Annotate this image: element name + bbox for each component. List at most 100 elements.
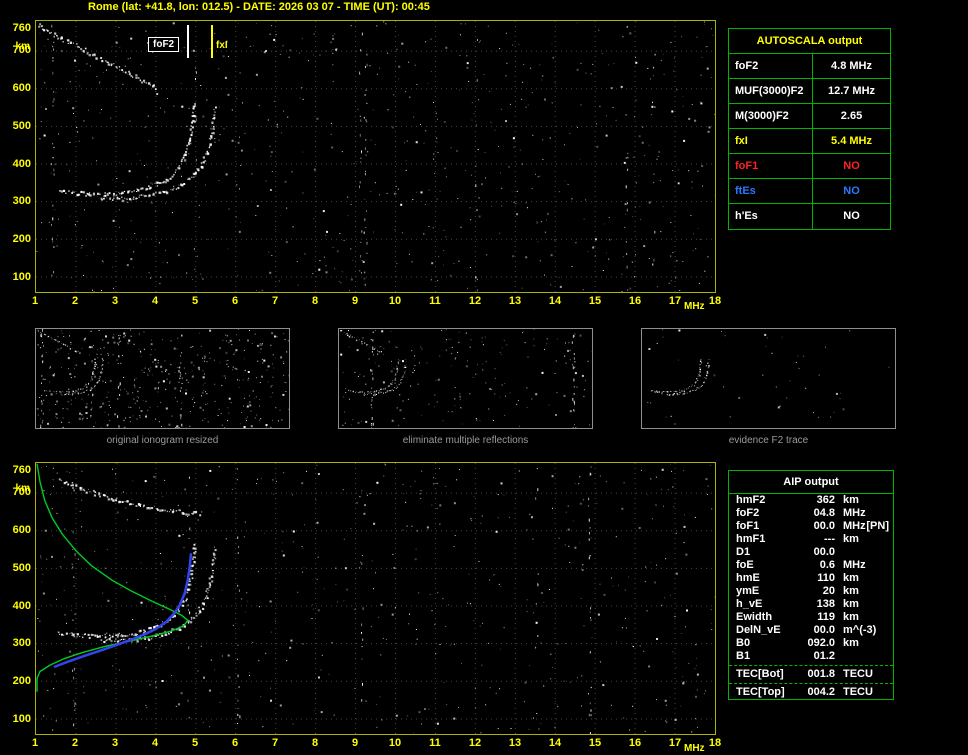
table-row: foF1 NO <box>729 154 890 179</box>
row-unit: km <box>843 585 859 597</box>
row-label: foF1 <box>736 520 760 532</box>
x-axis-unit-top: MHz <box>684 301 705 312</box>
row-unit: km <box>843 494 859 506</box>
panel-caption: eliminate multiple reflections <box>402 435 529 446</box>
fof2-marker-line <box>187 25 189 58</box>
x-tick-label: 1 <box>31 295 39 307</box>
panel-evidence-canvas <box>647 329 890 425</box>
x-tick-label: 5 <box>191 737 199 749</box>
row-value: NO <box>812 204 890 229</box>
row-value: 20 <box>822 585 835 597</box>
x-tick-label: 8 <box>311 295 319 307</box>
table-row: h_vE 138 km <box>729 598 893 611</box>
panel-evidence-f2 <box>641 328 896 429</box>
x-tick-label: 11 <box>429 737 441 749</box>
row-unit: MHz <box>843 559 866 571</box>
x-tick-label: 14 <box>548 295 562 307</box>
x-tick-label: 8 <box>311 737 319 749</box>
x-tick-label: 18 <box>708 737 722 749</box>
x-axis-unit-bottom: MHz <box>684 743 705 754</box>
fxi-marker-label: fxI <box>216 40 228 51</box>
row-value: 138 <box>816 598 835 610</box>
y-tick-label: 700 <box>12 44 31 57</box>
aip-output-table: AIP output hmF2 362 km foF2 04.8 MHz foF1 00.0 M… <box>728 470 894 700</box>
table-row: foF2 04.8 MHz <box>729 507 893 520</box>
x-tick-label: 3 <box>111 295 119 307</box>
y-tick-label: 100 <box>12 270 31 283</box>
row-unit: MHz <box>843 520 866 532</box>
table-row: hmF1 --- km <box>729 533 893 546</box>
y-tick-label: 500 <box>12 561 31 574</box>
dashed-separator <box>729 683 893 684</box>
panel-original-canvas <box>36 329 291 430</box>
row-value: 00.0 <box>813 624 835 636</box>
table-row: foF1 00.0 MHz [PN] <box>729 520 893 533</box>
table-row: fxI 5.4 MHz <box>729 129 890 154</box>
row-label: hmF1 <box>736 533 766 545</box>
aip-table-title: AIP output <box>729 471 893 494</box>
row-value: 2.65 <box>812 104 890 128</box>
x-tick-label: 6 <box>231 295 239 307</box>
y-tick-label: 400 <box>12 157 31 170</box>
table-row: MUF(3000)F2 12.7 MHz <box>729 79 890 104</box>
table-row: Ewidth 119 km <box>729 611 893 624</box>
row-value: NO <box>812 154 890 178</box>
panel-eliminate-canvas <box>340 329 593 430</box>
row-unit: m^(-3) <box>843 624 877 636</box>
x-tick-label: 2 <box>71 737 79 749</box>
row-unit: TECU <box>843 668 873 680</box>
top-ionogram-canvas <box>36 21 715 292</box>
row-value: 001.8 <box>807 668 835 680</box>
row-unit: km <box>843 572 859 584</box>
autoscala-application-window: Rome (lat: +41.8, lon: 012.5) - DATE: 20… <box>0 0 968 755</box>
fof2-marker-label: foF2 <box>148 37 180 52</box>
row-label: foE <box>736 559 754 571</box>
row-label: B1 <box>736 650 751 662</box>
x-tick-label: 1 <box>31 737 39 749</box>
table-row: DelN_vE 00.0 m^(-3) <box>729 624 893 637</box>
bottom-ionogram-plot <box>35 462 716 735</box>
row-unit: TECU <box>843 686 873 698</box>
x-tick-label: 6 <box>231 737 239 749</box>
x-tick-label: 15 <box>588 737 602 749</box>
y-tick-label: 300 <box>12 195 31 208</box>
x-tick-label: 10 <box>388 295 402 307</box>
fxi-marker-line <box>211 25 213 58</box>
page-title: Rome (lat: +41.8, lon: 012.5) - DATE: 20… <box>88 1 430 13</box>
table-row: TEC[Bot] 001.8 TECU <box>729 668 893 681</box>
y-tick-label: 400 <box>12 599 31 612</box>
top-ionogram-plot: foF2 fxI <box>35 20 716 293</box>
y-tick-label: 600 <box>12 524 31 536</box>
x-tick-label: 16 <box>628 295 642 307</box>
row-value: 110 <box>817 572 835 584</box>
row-unit: km <box>843 611 859 623</box>
x-tick-label: 7 <box>271 295 279 307</box>
aip-table-rows: hmF2 362 km foF2 04.8 MHz foF1 00.0 MHz [PN] hmF1-… <box>729 494 893 699</box>
row-value: 5.4 MHz <box>812 129 890 153</box>
table-row: foE 0.6 MHz <box>729 559 893 572</box>
row-unit: km <box>843 637 859 649</box>
x-tick-label: 10 <box>388 737 402 749</box>
row-label: foF2 <box>735 60 759 72</box>
panel-caption: original ionogram resized <box>106 435 219 446</box>
y-tick-label: 600 <box>12 82 31 94</box>
row-label: D1 <box>736 546 751 558</box>
y-tick-label: 760 <box>12 21 31 34</box>
x-tick-label: 7 <box>271 737 279 749</box>
table-row: hmE 110 km <box>729 572 893 585</box>
row-value: 119 <box>817 611 835 623</box>
y-tick-label: 200 <box>12 233 31 246</box>
row-value: 12.7 MHz <box>812 79 890 103</box>
row-value: 0.6 <box>819 559 835 571</box>
y-tick-label: 500 <box>12 119 31 132</box>
y-tick-label: 200 <box>12 675 31 688</box>
dashed-separator <box>729 665 893 666</box>
row-note: [PN] <box>866 520 889 532</box>
row-value: 00.0 <box>813 520 835 532</box>
table-row: D1 00.0 <box>729 546 893 559</box>
table-row: TEC[Top] 004.2 TECU <box>729 686 893 699</box>
row-label: TEC[Top] <box>736 686 785 698</box>
row-unit: km <box>843 598 859 610</box>
x-tick-label: 13 <box>508 737 522 749</box>
row-value: 00.0 <box>813 546 835 558</box>
